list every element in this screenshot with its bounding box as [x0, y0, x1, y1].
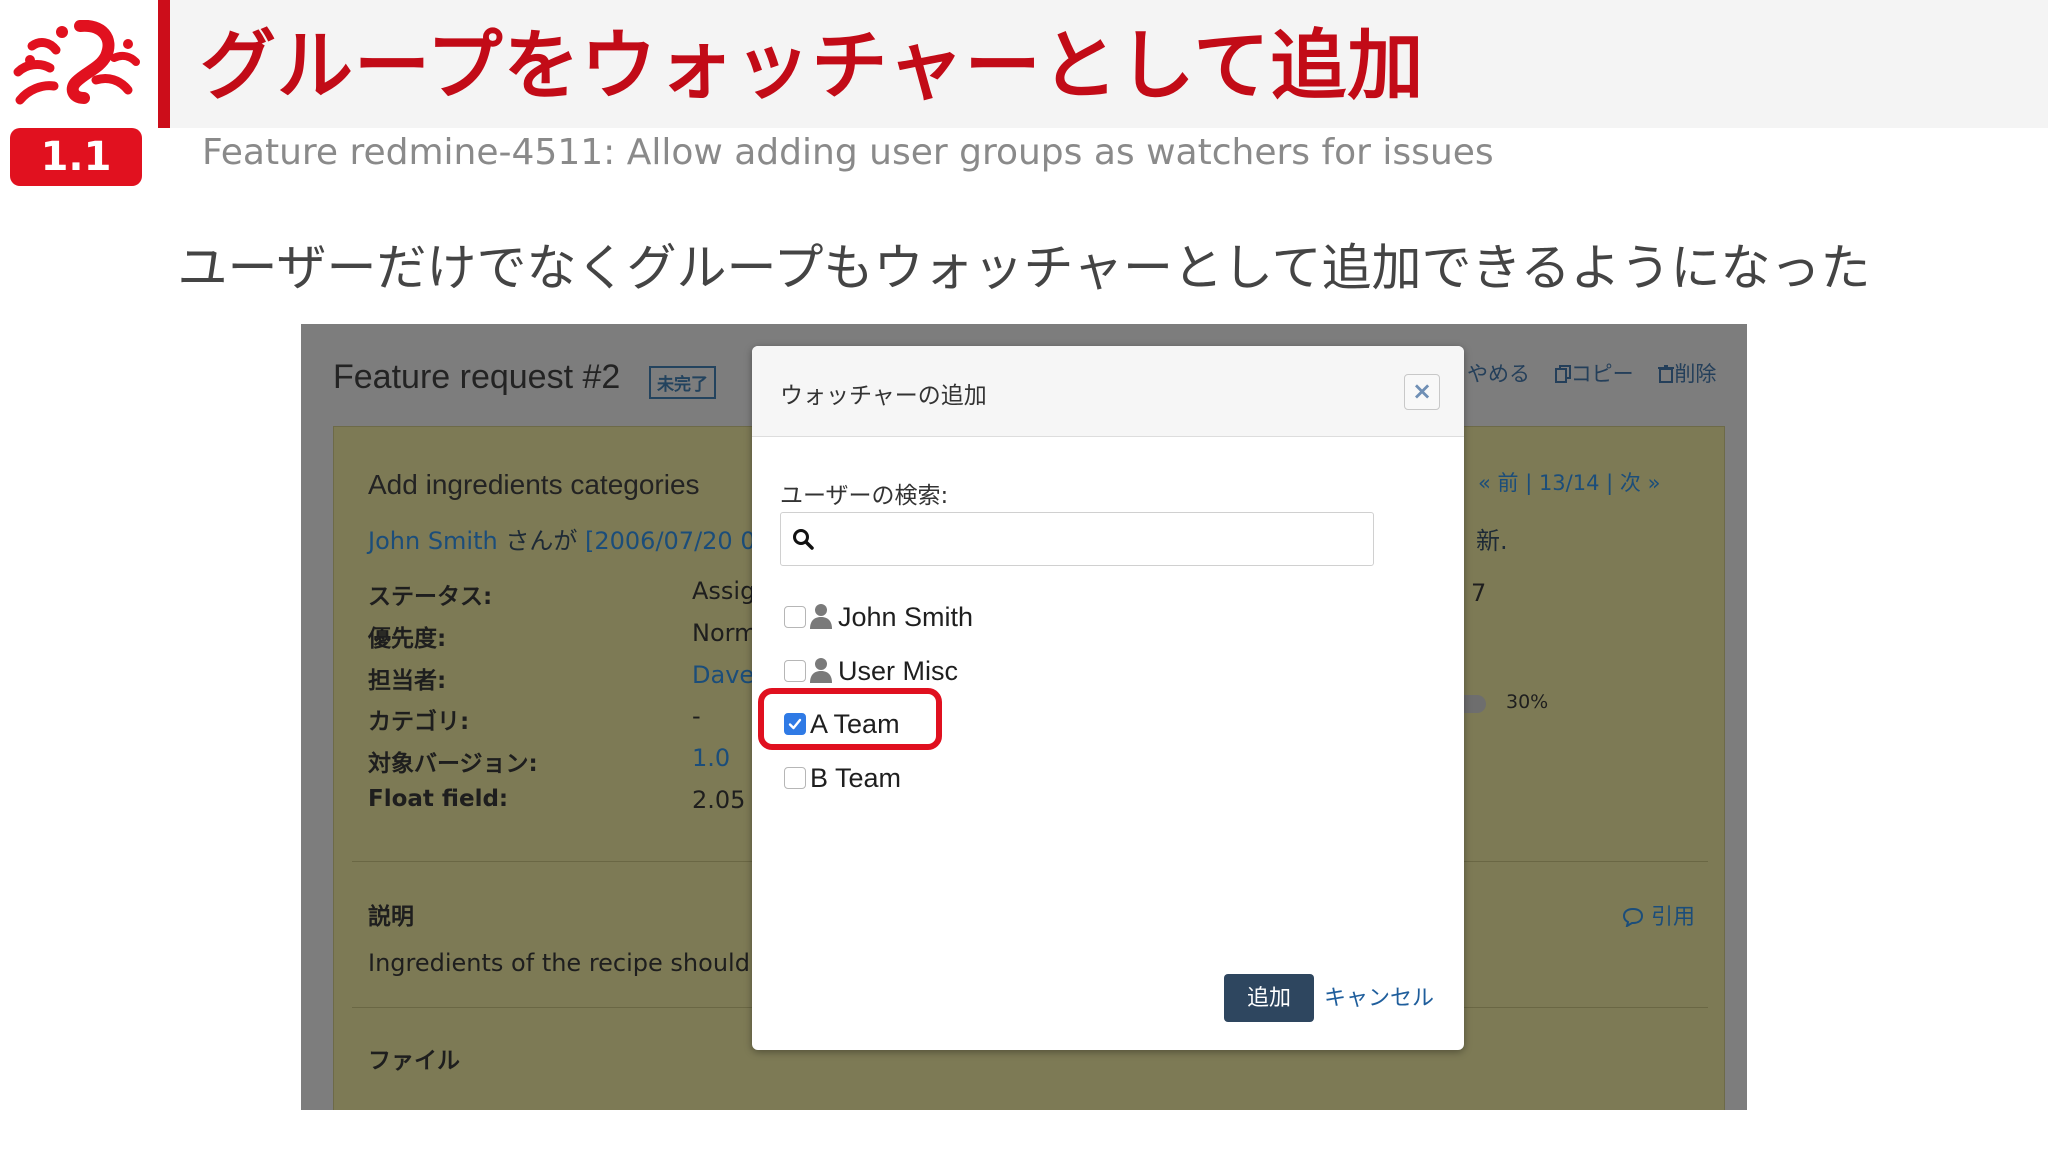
attr-label-assignee: 担当者: — [368, 668, 447, 694]
watcher-label: John Smith — [838, 602, 974, 632]
description-label: 説明 — [368, 904, 414, 930]
issue-subject: Add ingredients categories — [368, 469, 700, 500]
delete-link[interactable]: 削除 — [1658, 362, 1716, 386]
watcher-label: User Misc — [838, 656, 958, 686]
attr-value-assignee[interactable]: Dave — [692, 661, 754, 689]
ruby-logo-icon — [13, 20, 140, 105]
version-badge: 1.1 — [10, 128, 142, 186]
add-watcher-button[interactable]: 追加 — [1224, 974, 1314, 1022]
status-badge: 未完了 — [649, 366, 716, 399]
attr-label-target-version: 対象バージョン: — [368, 751, 538, 777]
add-watcher-modal: ウォッチャーの追加 × ユーザーの検索: John Smith User Mis… — [752, 346, 1464, 1050]
done-ratio: 30% — [1506, 691, 1549, 713]
speech-bubble-icon — [1622, 907, 1644, 929]
quote-link[interactable]: 引用 — [1622, 899, 1695, 931]
author-line: John Smith さんが [2006/07/20 0 — [368, 521, 756, 556]
modal-header: ウォッチャーの追加 × — [752, 346, 1464, 437]
author-link[interactable]: John Smith — [368, 527, 498, 555]
slide-lead-text: ユーザーだけでなくグループもウォッチャーとして追加できるようになった — [177, 239, 1871, 297]
attr-value-target-version[interactable]: 1.0 — [692, 744, 730, 772]
attr-label-status: ステータス: — [368, 584, 493, 610]
search-icon — [793, 529, 814, 550]
issue-page-title: Feature request #2 — [333, 358, 621, 396]
progress-bar — [1464, 695, 1486, 713]
slide-title: グループをウォッチャーとして追加 — [200, 21, 1425, 110]
copy-icon — [1554, 365, 1571, 383]
copy-label: コピー — [1570, 362, 1634, 386]
attr-value-priority: Norm — [692, 619, 758, 647]
close-icon: × — [1411, 377, 1433, 405]
watcher-label: A Team — [810, 709, 900, 739]
checkmark-icon — [788, 718, 802, 730]
watcher-checkbox[interactable] — [784, 660, 806, 682]
attr-label-priority: 優先度: — [368, 626, 447, 652]
copy-link[interactable]: コピー — [1554, 362, 1641, 386]
created-date-link[interactable]: [2006/07/20 0 — [585, 527, 756, 555]
issue-context-menu: やめる コピー 削除 — [1467, 358, 1734, 388]
watcher-checkbox-checked[interactable] — [784, 713, 806, 735]
author-suffix: さんが — [505, 527, 578, 555]
title-accent-bar — [158, 0, 170, 128]
attr-value-float-field: 2.05 — [692, 786, 746, 814]
slide-subtitle: Feature redmine-4511: Allow adding user … — [202, 132, 1494, 173]
attr-label-category: カテゴリ: — [368, 709, 470, 735]
watcher-label: B Team — [810, 763, 902, 793]
delete-label: 削除 — [1674, 362, 1717, 386]
description-text: Ingredients of the recipe should b — [368, 949, 773, 977]
quote-label: 引用 — [1651, 905, 1696, 930]
modal-title: ウォッチャーの追加 — [780, 383, 987, 409]
user-search-box[interactable] — [780, 512, 1374, 566]
user-search-input[interactable] — [825, 521, 1359, 557]
attr-value-category: - — [692, 702, 701, 730]
unwatch-link[interactable]: やめる — [1467, 362, 1530, 386]
files-label: ファイル — [368, 1048, 460, 1074]
trash-icon — [1658, 365, 1675, 383]
watcher-checkbox[interactable] — [784, 606, 806, 628]
user-icon — [810, 658, 832, 683]
side-attribute-value: 7 — [1471, 579, 1487, 607]
user-icon — [810, 604, 832, 629]
attr-label-float-field: Float field: — [368, 786, 509, 812]
cancel-link[interactable]: キャンセル — [1324, 980, 1434, 1012]
user-search-label: ユーザーの検索: — [780, 483, 949, 509]
updated-text: 新. — [1476, 527, 1508, 555]
watcher-checkbox[interactable] — [784, 767, 806, 789]
issue-pager[interactable]: « 前 | 13/14 | 次 » — [1478, 467, 1660, 497]
attr-value-status: Assig — [692, 577, 756, 605]
close-button[interactable]: × — [1404, 374, 1440, 410]
